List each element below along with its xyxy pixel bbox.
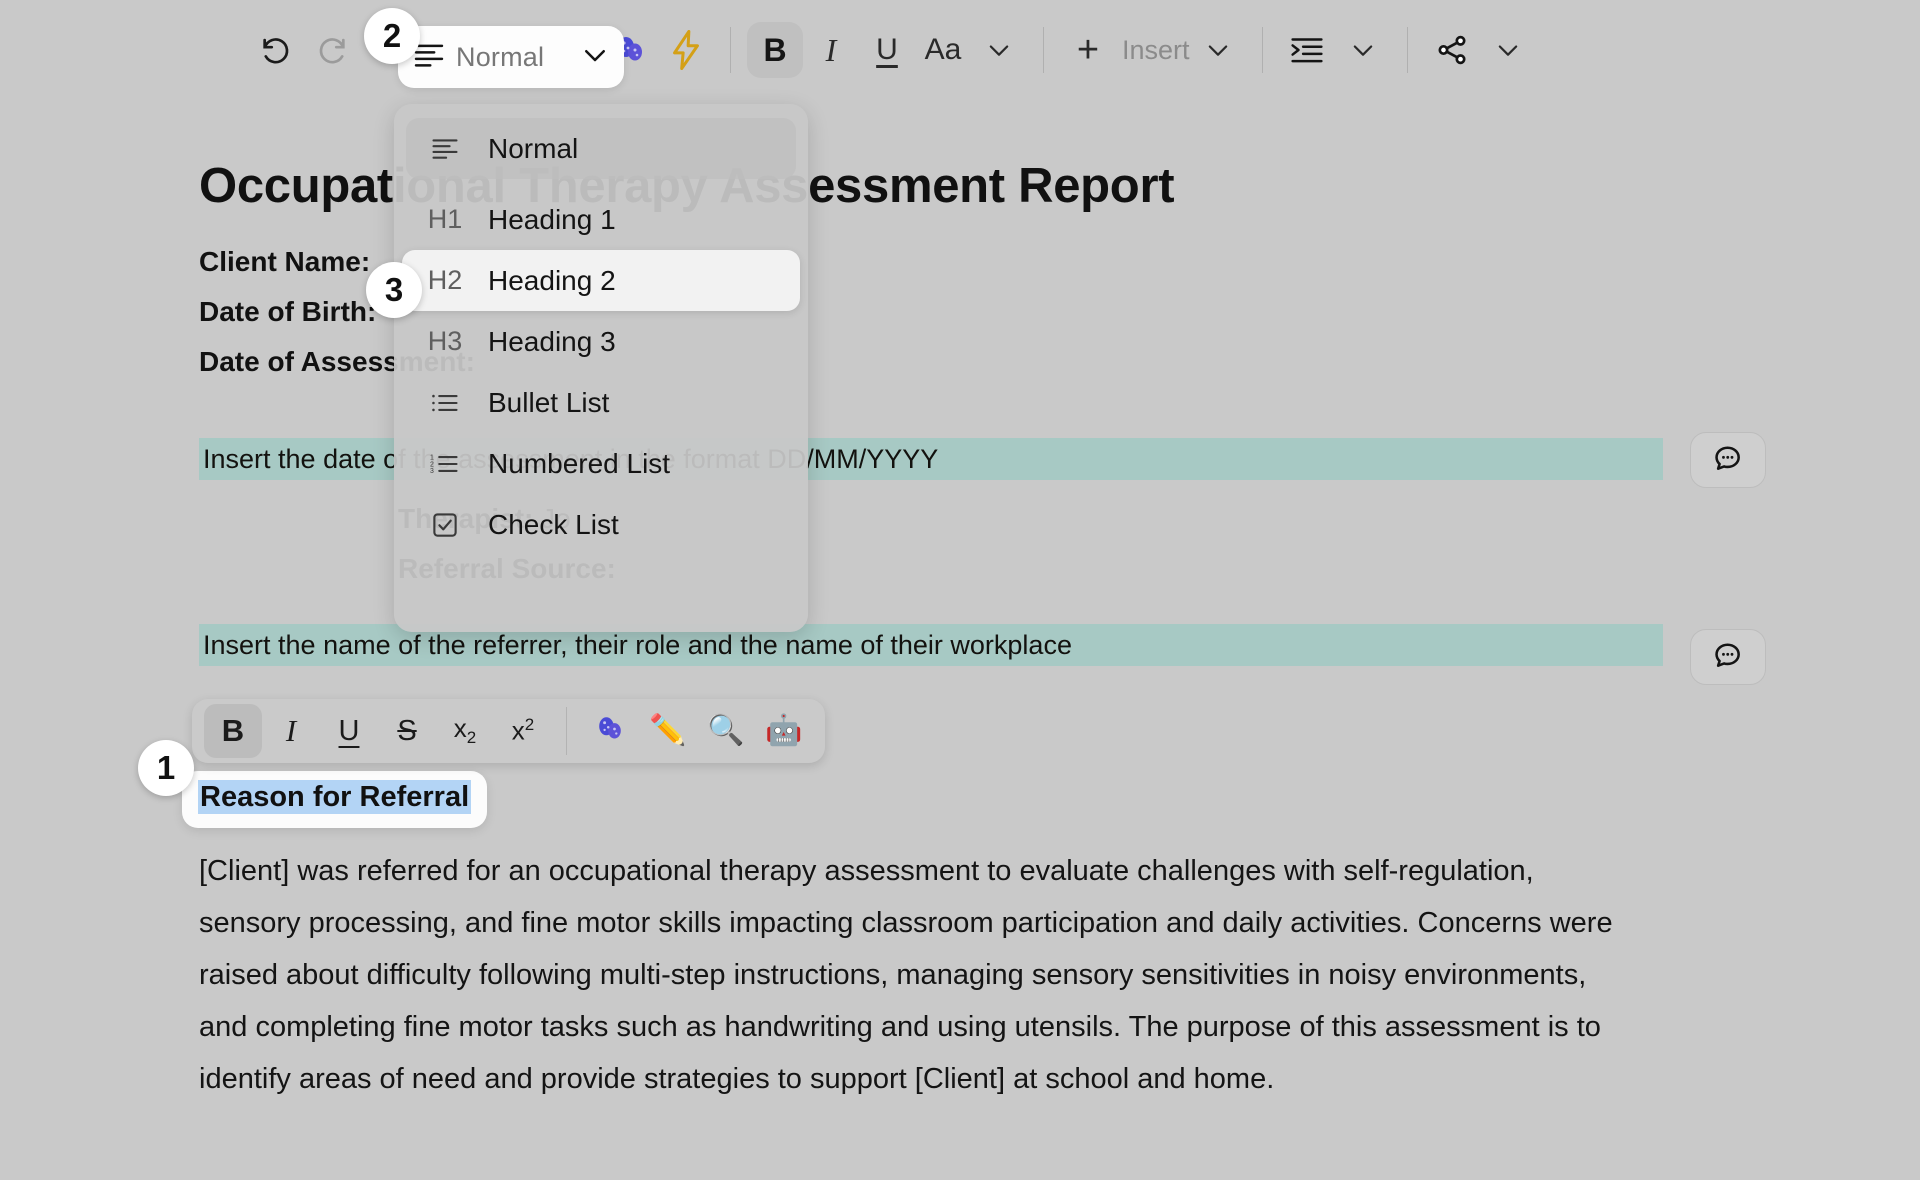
insert-label: Insert <box>1122 34 1190 65</box>
font-chevron-down-icon[interactable] <box>971 22 1027 78</box>
comment-button-2[interactable] <box>1690 629 1766 685</box>
selected-heading-block[interactable]: Reason for Referral <box>182 771 488 828</box>
font-style-dropdown[interactable]: Aa <box>915 22 1027 78</box>
bold-button[interactable]: B <box>747 22 803 78</box>
h1-icon: H1 <box>427 204 463 234</box>
body-paragraph: [Client] was referred for an occupationa… <box>199 855 1613 1095</box>
selection-strikethrough-label: S <box>397 714 417 747</box>
selection-italic-label: I <box>285 713 297 748</box>
toolbar-divider-3 <box>1261 27 1263 73</box>
selection-underline-button[interactable]: U <box>320 704 378 758</box>
comment-bubble-icon <box>1712 442 1744 479</box>
menu-item-bullet-list-label: Bullet List <box>488 386 610 418</box>
underline-button[interactable]: U <box>859 22 915 78</box>
menu-spacer <box>406 179 796 189</box>
magnifier-icon: 🔍 <box>707 714 745 747</box>
meta-client-name-label: Client Name: <box>199 246 371 277</box>
share-chevron-down-icon[interactable] <box>1480 22 1536 78</box>
underline-label: U <box>876 33 898 66</box>
indent-chevron-down-icon[interactable] <box>1335 22 1391 78</box>
undo-button[interactable] <box>248 22 304 78</box>
menu-item-heading-2[interactable]: H2 Heading 2 <box>402 250 800 311</box>
selection-search-button[interactable]: 🔍 <box>697 704 755 758</box>
paragraph-lines-icon <box>424 137 466 160</box>
menu-item-heading-1[interactable]: H1 Heading 1 <box>406 189 796 250</box>
meta-date-of-birth-label: Date of Birth: <box>199 296 377 327</box>
chevron-down-icon[interactable] <box>580 40 610 75</box>
lightning-bolt-button[interactable] <box>658 22 714 78</box>
selection-robot-button[interactable]: 🤖 <box>755 704 813 758</box>
document-canvas: Occupational Therapy Assessment Report C… <box>0 100 1920 666</box>
svg-text:3: 3 <box>430 468 434 475</box>
share-icon[interactable] <box>1424 22 1480 78</box>
menu-item-numbered-list-label: Numbered List <box>488 447 671 479</box>
bold-label: B <box>763 31 787 68</box>
numbered-list-icon: 1 2 3 <box>424 452 466 476</box>
check-list-icon <box>424 510 466 540</box>
robot-icon: 🤖 <box>765 714 803 747</box>
menu-item-heading-3[interactable]: H3 Heading 3 <box>406 311 796 372</box>
italic-button[interactable]: I <box>803 22 859 78</box>
selection-superscript-button[interactable]: x2 <box>494 704 552 758</box>
step-badge-1: 1 <box>138 740 194 796</box>
menu-item-numbered-list[interactable]: 1 2 3 Numbered List <box>406 433 796 494</box>
indent-dropdown[interactable] <box>1279 22 1391 78</box>
selection-italic-button[interactable]: I <box>262 704 320 758</box>
menu-item-check-list[interactable]: Check List <box>406 494 796 555</box>
toolbar-divider <box>730 27 731 73</box>
selected-heading-text: Reason for Referral <box>198 780 472 814</box>
menu-item-heading-2-label: Heading 2 <box>488 264 616 296</box>
top-toolbar: B I U Aa + Insert <box>0 0 1920 100</box>
selection-format-toolbar: B I U S x2 x2 ✏️ 🔍 🤖 <box>192 699 825 763</box>
selection-subscript-label: x2 <box>453 713 477 748</box>
insert-plus-icon[interactable]: + <box>1060 22 1116 78</box>
insert-chevron-down-icon[interactable] <box>1190 22 1246 78</box>
menu-item-heading-1-label: Heading 1 <box>488 203 616 235</box>
insert-plus-label: + <box>1076 28 1100 71</box>
menu-item-heading-3-label: Heading 3 <box>488 325 616 357</box>
redo-button[interactable] <box>304 22 360 78</box>
share-dropdown[interactable] <box>1424 22 1536 78</box>
selection-strikethrough-button[interactable]: S <box>378 704 436 758</box>
selection-subscript-button[interactable]: x2 <box>436 704 494 758</box>
font-size-button[interactable]: Aa <box>915 22 971 78</box>
editor-window: B I U Aa + Insert Normal Occupational As… <box>0 0 1920 1180</box>
selection-toolbar-divider <box>566 707 567 755</box>
selection-bold-label: B <box>221 713 245 748</box>
selection-underline-label: U <box>338 714 360 747</box>
toolbar-divider-4 <box>1406 27 1408 73</box>
h2-icon: H2 <box>427 265 463 295</box>
selection-superscript-label: x2 <box>511 715 535 746</box>
selection-pencil-button[interactable]: ✏️ <box>639 704 697 758</box>
placeholder-text-referrer: Insert the name of the referrer, their r… <box>203 629 1072 660</box>
menu-item-check-list-label: Check List <box>488 508 619 540</box>
comment-button-1[interactable] <box>1690 432 1766 488</box>
comment-bubble-icon <box>1712 639 1744 676</box>
block-style-value: Normal <box>456 41 545 72</box>
ai-blobs-icon <box>592 711 628 752</box>
bullet-list-icon <box>424 391 466 415</box>
step-badge-3: 3 <box>366 262 422 318</box>
step-badge-2: 2 <box>364 8 420 64</box>
italic-label: I <box>825 31 837 68</box>
selection-ai-button[interactable] <box>581 704 639 758</box>
pencil-icon: ✏️ <box>649 714 687 747</box>
toolbar-divider-2 <box>1043 27 1044 73</box>
block-style-dropdown-trigger[interactable]: Normal <box>398 26 624 88</box>
font-label: Aa <box>924 33 962 66</box>
indent-icon[interactable] <box>1279 22 1335 78</box>
menu-item-normal-label: Normal <box>488 132 579 164</box>
block-style-menu: Normal H1 Heading 1 H2 Heading 2 H3 Head… <box>394 104 808 632</box>
insert-dropdown[interactable]: + Insert <box>1060 22 1246 78</box>
menu-item-bullet-list[interactable]: Bullet List <box>406 372 796 433</box>
menu-item-normal[interactable]: Normal <box>406 118 796 179</box>
selection-bold-button[interactable]: B <box>204 704 262 758</box>
h3-icon: H3 <box>427 326 463 356</box>
